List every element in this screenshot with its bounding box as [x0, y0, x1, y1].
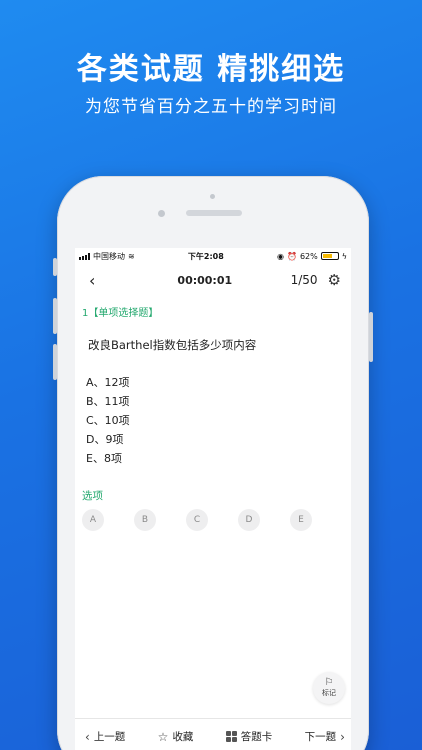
prev-question-button[interactable]: ‹ 上一题: [85, 729, 125, 744]
answer-label: 选项: [82, 490, 103, 502]
battery-icon: [320, 252, 339, 260]
front-camera: [210, 194, 215, 199]
earpiece-speaker: [186, 210, 242, 216]
carrier-name: 中国移动: [93, 251, 125, 261]
favorite-label: 收藏: [172, 731, 194, 743]
mark-label: 标记: [322, 689, 336, 697]
chevron-left-icon[interactable]: ‹: [89, 271, 119, 290]
question-text: 改良Barthel指数包括多少项内容: [88, 338, 257, 352]
choice-button-d[interactable]: D: [238, 509, 260, 531]
battery-percent: 62%: [299, 251, 318, 261]
signal-icon: [79, 252, 90, 260]
bottom-toolbar: ‹ 上一题 ☆ 收藏 答题卡 下一题 ›: [75, 718, 351, 750]
question-progress: 1/50: [290, 273, 318, 287]
choice-button-c[interactable]: C: [186, 509, 208, 531]
phone-power-button: [369, 312, 373, 362]
answer-card-label: 答题卡: [240, 731, 273, 743]
promo-subline: 为您节省百分之五十的学习时间: [85, 97, 337, 117]
chevron-left-icon: ‹: [85, 729, 90, 744]
question-type-label: 1【单项选择题】: [82, 308, 159, 319]
option-item: E、8项: [86, 452, 122, 465]
gear-icon[interactable]: ⚙: [328, 271, 341, 289]
exam-timer: 00:00:01: [177, 273, 233, 287]
charging-icon: ϟ: [341, 251, 347, 261]
mark-button[interactable]: ⚐ 标记: [313, 672, 345, 704]
choice-button-e[interactable]: E: [290, 509, 312, 531]
status-time: 下午2:08: [187, 251, 224, 261]
choice-button-b[interactable]: B: [134, 509, 156, 531]
phone-mute-switch: [53, 258, 57, 276]
wifi-icon: ≋: [128, 251, 135, 261]
flag-icon: ⚐: [324, 677, 334, 688]
next-question-button[interactable]: 下一题 ›: [305, 729, 345, 744]
favorite-button[interactable]: ☆ 收藏: [158, 729, 194, 744]
orientation-lock-icon: ◉: [276, 251, 284, 261]
choice-button-a[interactable]: A: [82, 509, 104, 531]
option-item: A、12项: [86, 376, 130, 389]
phone-volume-up: [53, 298, 57, 334]
next-label: 下一题: [304, 731, 337, 743]
star-icon: ☆: [157, 729, 169, 744]
alarm-icon: ⏰: [286, 251, 297, 261]
option-item: C、10项: [86, 414, 130, 427]
option-list: A、12项 B、11项 C、10项 D、9项 E、8项: [86, 373, 351, 468]
option-item: B、11项: [86, 395, 130, 408]
phone-frame: 中国移动 ≋ 下午2:08 ◉ ⏰ 62% ϟ ‹ 00:00:01 1/50 …: [53, 176, 373, 750]
proximity-sensor: [158, 210, 165, 217]
answer-choices: A B C D E: [82, 509, 351, 531]
status-bar: 中国移动 ≋ 下午2:08 ◉ ⏰ 62% ϟ: [75, 248, 351, 264]
promo-headline: 各类试题 精挑细选: [76, 52, 346, 87]
phone-screen: 中国移动 ≋ 下午2:08 ◉ ⏰ 62% ϟ ‹ 00:00:01 1/50 …: [75, 248, 351, 750]
option-item: D、9项: [86, 433, 124, 446]
top-nav: ‹ 00:00:01 1/50 ⚙: [75, 264, 351, 296]
grid-icon: [225, 731, 237, 742]
chevron-right-icon: ›: [340, 729, 345, 744]
prev-label: 上一题: [93, 731, 126, 743]
answer-card-button[interactable]: 答题卡: [225, 729, 273, 744]
phone-volume-down: [53, 344, 57, 380]
